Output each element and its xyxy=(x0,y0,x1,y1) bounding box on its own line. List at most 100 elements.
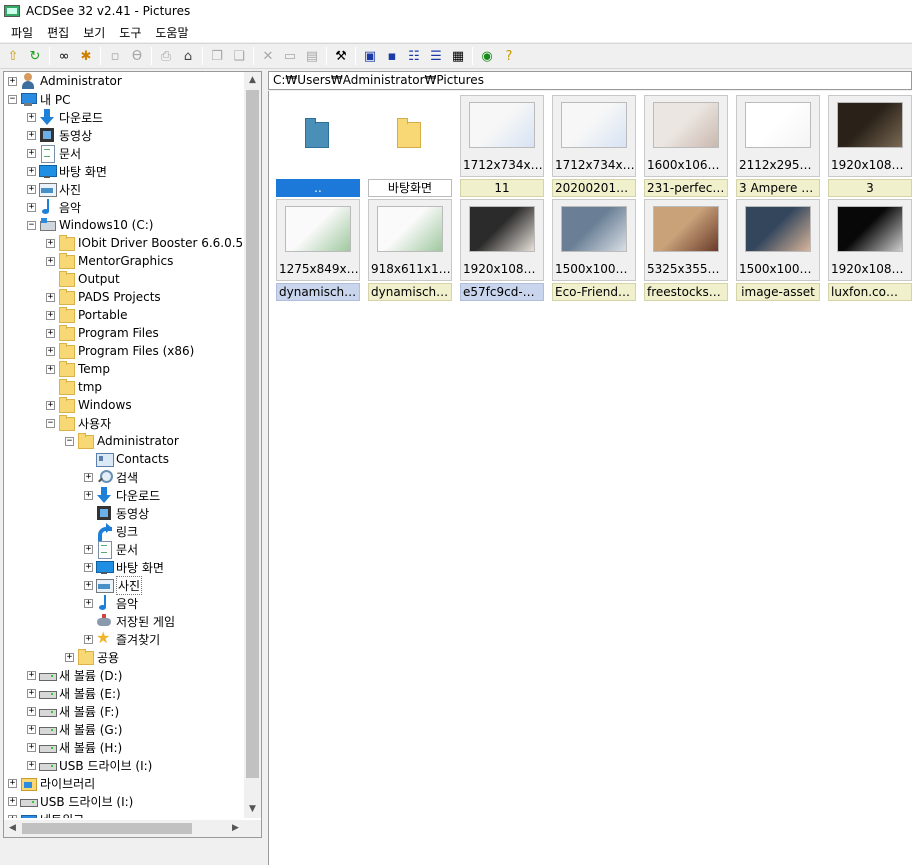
menu-item-1[interactable]: 편집 xyxy=(40,24,76,41)
expand-plus-icon[interactable]: + xyxy=(8,796,17,806)
folder-thumbnail[interactable]: 바탕화면 xyxy=(368,95,452,199)
tree-item[interactable]: + Windows xyxy=(46,396,132,414)
tools-icon[interactable]: ⚒ xyxy=(330,45,352,67)
collapse-minus-icon[interactable]: − xyxy=(8,94,17,104)
tree-item[interactable]: + Administrator xyxy=(8,72,122,90)
image-thumbnail[interactable]: 1275x849x1... dynamische_... xyxy=(276,199,360,303)
tree-item[interactable]: + 음악 xyxy=(27,198,81,216)
tree-vertical-scrollbar[interactable]: ▲ ▼ xyxy=(244,72,261,818)
image-thumbnail[interactable]: 1712x734x1... 20200201_1... xyxy=(552,95,636,199)
image-thumbnail[interactable]: 1920x1081x... e57fc9cd-1f... xyxy=(460,199,544,303)
expand-plus-icon[interactable]: + xyxy=(46,346,55,356)
collapse-minus-icon[interactable]: − xyxy=(27,220,36,230)
expand-plus-icon[interactable]: + xyxy=(8,814,17,818)
expand-plus-icon[interactable]: + xyxy=(84,562,93,572)
tree-item[interactable]: − Administrator xyxy=(65,432,179,450)
scroll-up-arrow-icon[interactable]: ▲ xyxy=(244,72,261,89)
expand-plus-icon[interactable]: + xyxy=(46,238,55,248)
expand-plus-icon[interactable]: + xyxy=(27,706,36,716)
tree-item[interactable]: + 새 볼륨 (G:) xyxy=(27,720,122,738)
tree-item[interactable]: + 문서 xyxy=(84,540,138,559)
scroll-left-arrow-icon[interactable]: ◀ xyxy=(4,820,21,837)
collapse-minus-icon[interactable]: − xyxy=(65,436,74,446)
tree-item[interactable]: tmp xyxy=(46,378,102,396)
tree-horizontal-scrollbar[interactable]: ◀ ▶ xyxy=(4,820,244,837)
expand-plus-icon[interactable]: + xyxy=(27,202,36,212)
expand-plus-icon[interactable]: + xyxy=(84,490,93,500)
tree-item[interactable]: − 사용자 xyxy=(46,414,111,432)
up-folder-icon[interactable]: ⇧ xyxy=(2,45,24,67)
expand-plus-icon[interactable]: + xyxy=(27,184,36,194)
expand-plus-icon[interactable]: + xyxy=(27,166,36,176)
expand-plus-icon[interactable]: + xyxy=(27,724,36,734)
expand-plus-icon[interactable]: + xyxy=(46,364,55,374)
expand-plus-icon[interactable]: + xyxy=(8,76,17,86)
menu-item-3[interactable]: 도구 xyxy=(112,24,148,41)
image-thumbnail[interactable]: 1500x1000x... Eco-Friendly-... xyxy=(552,199,636,303)
tree-item[interactable]: + 즐겨찾기 xyxy=(84,628,160,648)
acquire-icon[interactable]: ⌂ xyxy=(177,45,199,67)
tree-item[interactable]: + 공용 xyxy=(65,648,119,666)
tree-item[interactable]: + 음악 xyxy=(84,594,138,612)
expand-plus-icon[interactable]: + xyxy=(84,598,93,608)
collapse-minus-icon[interactable]: − xyxy=(46,418,55,428)
tree-item[interactable]: + Program Files (x86) xyxy=(46,342,194,360)
tree-item[interactable]: + 바탕 화면 xyxy=(84,558,164,576)
image-thumbnail[interactable]: 918x611x16M dynamische_... xyxy=(368,199,452,303)
expand-plus-icon[interactable]: + xyxy=(46,400,55,410)
image-thumbnail[interactable]: 1712x734x1... 11 xyxy=(460,95,544,199)
image-thumbnail[interactable]: 5325x3550x... freestocks-or... xyxy=(644,199,728,303)
menu-item-0[interactable]: 파일 xyxy=(4,24,40,41)
tree-item[interactable]: + IObit Driver Booster 6.6.0.500 xyxy=(46,234,244,252)
expand-plus-icon[interactable]: + xyxy=(27,760,36,770)
help-icon[interactable]: ? xyxy=(498,45,520,67)
scroll-down-arrow-icon[interactable]: ▼ xyxy=(244,801,261,818)
expand-plus-icon[interactable]: + xyxy=(8,778,17,788)
tree-item[interactable]: + 사진 xyxy=(84,575,143,595)
tree-item[interactable]: + 다운로드 xyxy=(27,108,103,126)
menu-item-4[interactable]: 도움말 xyxy=(148,24,195,41)
refresh-icon[interactable]: ↻ xyxy=(24,45,46,67)
tree-item[interactable]: + 새 볼륨 (F:) xyxy=(27,702,119,720)
favorite-icon[interactable]: ✱ xyxy=(75,45,97,67)
image-thumbnail[interactable]: 1920x1080x... 3 xyxy=(828,95,912,199)
tree-item[interactable]: + 새 볼륨 (H:) xyxy=(27,738,122,756)
scrollbar-thumb[interactable] xyxy=(22,823,192,834)
tree-item[interactable]: + Program Files xyxy=(46,324,159,342)
tree-item[interactable]: + 문서 xyxy=(27,144,81,163)
tree-item[interactable]: + PADS Projects xyxy=(46,288,161,306)
thumbnails-view-icon[interactable]: ▦ xyxy=(447,45,469,67)
expand-plus-icon[interactable]: + xyxy=(27,670,36,680)
expand-plus-icon[interactable]: + xyxy=(84,544,93,554)
tree-item[interactable]: + 사진 xyxy=(27,180,81,198)
expand-plus-icon[interactable]: + xyxy=(46,256,55,266)
viewer-eye-icon[interactable]: ◉ xyxy=(476,45,498,67)
tree-item[interactable]: Output xyxy=(46,270,120,288)
tree-item[interactable]: + 검색 xyxy=(84,468,138,486)
details-view-icon[interactable]: ☰ xyxy=(425,45,447,67)
tree-item[interactable]: Contacts xyxy=(84,450,169,468)
small-icons-icon[interactable]: ▪ xyxy=(381,45,403,67)
folder-thumbnail[interactable]: .. xyxy=(276,95,360,199)
expand-plus-icon[interactable]: + xyxy=(84,580,93,590)
tree-item[interactable]: + 새 볼륨 (D:) xyxy=(27,666,122,684)
tree-item[interactable]: 동영상 xyxy=(84,504,149,522)
expand-plus-icon[interactable]: + xyxy=(27,148,36,158)
expand-plus-icon[interactable]: + xyxy=(46,310,55,320)
expand-plus-icon[interactable]: + xyxy=(65,652,74,662)
expand-plus-icon[interactable]: + xyxy=(27,742,36,752)
tree-item[interactable]: − 내 PC xyxy=(8,90,70,108)
expand-plus-icon[interactable]: + xyxy=(46,292,55,302)
image-thumbnail[interactable]: 1600x1066x... 231-perfecti... xyxy=(644,95,728,199)
tree-item[interactable]: + USB 드라이브 (I:) xyxy=(27,756,152,774)
tree-item[interactable]: + 동영상 xyxy=(27,126,92,144)
menu-item-2[interactable]: 보기 xyxy=(76,24,112,41)
scrollbar-thumb[interactable] xyxy=(246,90,259,778)
expand-plus-icon[interactable]: + xyxy=(27,112,36,122)
tree-item[interactable]: + 바탕 화면 xyxy=(27,162,107,180)
tree-item[interactable]: + 새 볼륨 (E:) xyxy=(27,684,121,702)
tree-item[interactable]: + 네트워크 xyxy=(8,810,84,818)
expand-plus-icon[interactable]: + xyxy=(84,472,93,482)
tree-item[interactable]: + MentorGraphics xyxy=(46,252,173,270)
image-thumbnail[interactable]: 1500x1000x... image-asset xyxy=(736,199,820,303)
